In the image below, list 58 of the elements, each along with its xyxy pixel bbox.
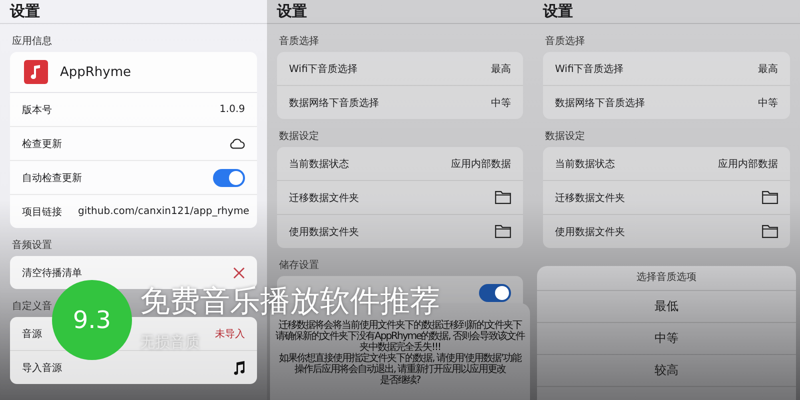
folder-icon[interactable]	[762, 225, 778, 238]
row-label: 检查更新	[22, 138, 62, 150]
folder-icon[interactable]	[495, 191, 511, 204]
folder-icon[interactable]	[495, 225, 511, 238]
app-name: AppRhyme	[60, 64, 132, 80]
row-label: 当前数据状态	[555, 158, 615, 170]
row-value: 最高	[758, 62, 778, 76]
row-label: Wifi下音质选择	[289, 62, 358, 76]
row-value: 中等	[491, 96, 511, 110]
row-label: 音源	[22, 328, 42, 340]
section-label: 储存设置	[278, 258, 320, 273]
row-label: Wifi下音质选择	[555, 62, 624, 76]
row-label: 使用数据文件夹	[555, 226, 625, 238]
sheet-option[interactable]: 最低	[537, 291, 796, 323]
dialog-message: 是否继续?	[380, 375, 420, 386]
section-label: 音频设置	[11, 238, 53, 253]
row-value: 1.0.9	[220, 104, 245, 115]
folder-icon[interactable]	[762, 191, 778, 204]
row-label: 数据网络下音质选择	[289, 96, 379, 110]
row-value: 中等	[758, 96, 778, 110]
dialog-message: 操作后应用将会自动退出, 请重新打开应用以应用更改	[294, 364, 506, 375]
dialog-message: 如果你想直接使用指定文件夹下的数据, 请使用'使用数据'功能	[279, 353, 521, 364]
row-label: 清空待播清单	[22, 266, 82, 280]
cloud-icon[interactable]	[229, 138, 245, 149]
section-label: 数据设定	[544, 130, 586, 144]
row-label: 迁移数据文件夹	[555, 192, 625, 204]
sheet-option[interactable]: 中等	[537, 323, 796, 355]
dialog-message: 迁移数据将会将当前使用文件夹下的数据迁移到新的文件夹下	[278, 320, 522, 331]
sheet-title: 选择音质选项	[537, 266, 796, 291]
row-label: 迁移数据文件夹	[289, 192, 359, 204]
row-label: 导入音源	[22, 362, 62, 374]
toggle-switch[interactable]	[213, 168, 245, 186]
row-value: 应用内部数据	[451, 158, 511, 170]
section-label: 数据设定	[278, 130, 320, 144]
close-icon[interactable]	[233, 266, 245, 278]
music-note-icon[interactable]	[233, 360, 245, 374]
section-label: 音质选择	[278, 34, 320, 49]
music-app-icon	[24, 60, 48, 84]
row-label: 自动检查更新	[22, 172, 82, 184]
section-label: 应用信息	[11, 34, 53, 49]
toggle-switch[interactable]	[479, 284, 511, 302]
status-text: 未导入	[215, 328, 245, 340]
overlay-title: 免费音乐播放软件推荐	[140, 287, 440, 317]
page-title: 设置	[277, 2, 307, 21]
section-label: 自定义音	[11, 300, 53, 314]
row-label: 版本号	[22, 104, 52, 116]
page-title: 设置	[543, 2, 573, 21]
section-label: 音质选择	[544, 34, 586, 49]
row-label: 当前数据状态	[289, 158, 349, 170]
row-label: 使用数据文件夹	[289, 226, 359, 238]
row-value: 最高	[491, 62, 511, 76]
row-value: github.com/canxin121/app_rhyme	[78, 206, 250, 217]
row-value: 应用内部数据	[718, 158, 778, 170]
sheet-option[interactable]: 较高	[537, 355, 796, 387]
row-label: 数据网络下音质选择	[555, 96, 645, 110]
page-title: 设置	[10, 2, 40, 21]
row-label: 项目链接	[22, 206, 62, 218]
dialog-message: 请确保新的文件夹下没有AppRhyme的数据, 否则会导致该文件夹中数据完全丢失!!!	[274, 331, 526, 353]
